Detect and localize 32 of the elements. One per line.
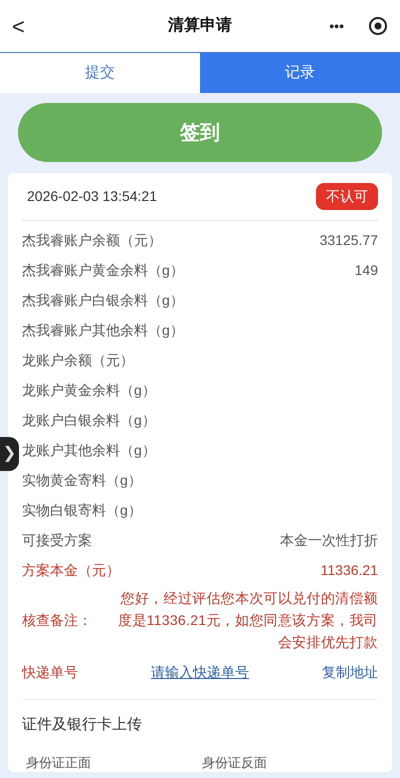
status-badge: 不认可 <box>316 183 378 210</box>
upload-section-title: 证件及银行卡上传 <box>22 715 143 735</box>
field-label: 龙账户白银余料（g） <box>22 410 156 430</box>
tab[interactable]: 提交 <box>0 53 200 93</box>
back-button[interactable]: < <box>12 10 25 42</box>
express-label: 快递单号 <box>22 662 78 682</box>
field-label: 可接受方案 <box>22 530 92 550</box>
field-value: 33125.77 <box>320 230 378 250</box>
field-label: 杰我睿账户余额（元） <box>22 230 162 250</box>
record-datetime: 2026-02-03 13:54:21 <box>27 187 157 206</box>
field-label: 方案本金（元） <box>22 560 120 580</box>
tracking-number-link[interactable]: 请输入快递单号 <box>151 662 249 682</box>
upload-label: 身份证正面 <box>26 754 92 772</box>
field-value: 149 <box>354 260 378 280</box>
copy-address-link[interactable]: 复制地址 <box>322 662 378 682</box>
remark-text: 您好，经过评估您本次可以兑付的清偿额度是11336.21元，如您同意该方案，我司会安排优先打款 <box>117 589 378 652</box>
field-label: 杰我睿账户黄金余料（g） <box>22 260 184 280</box>
tab[interactable]: 记录 <box>200 53 400 93</box>
field-label: 龙账户其他余料（g） <box>22 440 156 460</box>
field-label: 实物黄金寄料（g） <box>22 470 142 490</box>
field-label: 龙账户余额（元） <box>22 350 134 370</box>
upload-label: 身份证反面 <box>202 754 268 772</box>
side-handle[interactable]: ❯ <box>0 437 19 471</box>
field-value: 本金一次性打折 <box>280 530 378 550</box>
field-value: 11336.21 <box>320 560 378 580</box>
more-button[interactable]: ••• <box>329 16 344 36</box>
field-label: 实物白银寄料（g） <box>22 500 142 520</box>
field-label: 杰我睿账户其他余料（g） <box>22 320 184 340</box>
page-title: 清算申请 <box>168 16 232 36</box>
remark-label: 核查备注： <box>22 610 92 630</box>
field-label: 杰我睿账户白银余料（g） <box>22 290 184 310</box>
field-label: 龙账户黄金余料（g） <box>22 380 156 400</box>
